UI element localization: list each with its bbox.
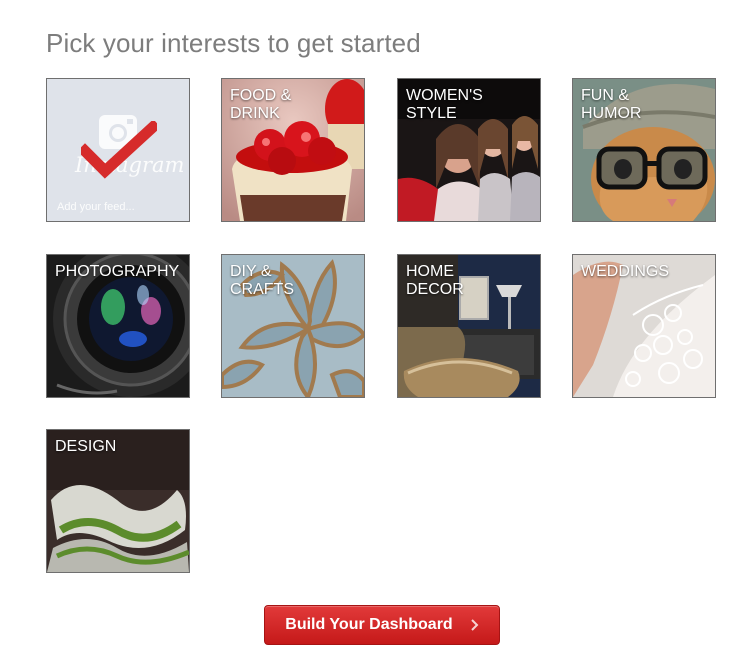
- build-dashboard-button[interactable]: Build Your Dashboard: [264, 605, 500, 645]
- interest-tile-womens-style[interactable]: WOMEN'S STYLE: [397, 78, 541, 222]
- interest-tile-instagram[interactable]: Instagram Add your feed...: [46, 78, 190, 222]
- interest-tile-design[interactable]: DESIGN: [46, 429, 190, 573]
- tile-label: FUN & HUMOR: [581, 87, 642, 122]
- chevron-right-icon: [470, 619, 479, 631]
- tile-label: WOMEN'S STYLE: [406, 87, 483, 122]
- tile-label: PHOTOGRAPHY: [55, 263, 180, 280]
- add-feed-text: Add your feed...: [57, 201, 135, 213]
- interest-tile-fun-humor[interactable]: FUN & HUMOR: [572, 78, 716, 222]
- interest-tile-food-drink[interactable]: FOOD & DRINK: [221, 78, 365, 222]
- tile-label: DIY & CRAFTS: [230, 263, 294, 298]
- tile-label: HOME DECOR: [406, 263, 464, 298]
- tile-label: FOOD & DRINK: [230, 87, 292, 122]
- interest-tile-home-decor[interactable]: HOME DECOR: [397, 254, 541, 398]
- tile-label: WEDDINGS: [581, 263, 669, 280]
- interest-tile-weddings[interactable]: WEDDINGS: [572, 254, 716, 398]
- checkmark-icon: [81, 121, 157, 179]
- build-dashboard-label: Build Your Dashboard: [285, 616, 453, 633]
- interest-tile-photography[interactable]: PHOTOGRAPHY: [46, 254, 190, 398]
- interest-tile-diy-crafts[interactable]: DIY & CRAFTS: [221, 254, 365, 398]
- page-title: Pick your interests to get started: [46, 28, 421, 58]
- tile-label: DESIGN: [55, 438, 117, 455]
